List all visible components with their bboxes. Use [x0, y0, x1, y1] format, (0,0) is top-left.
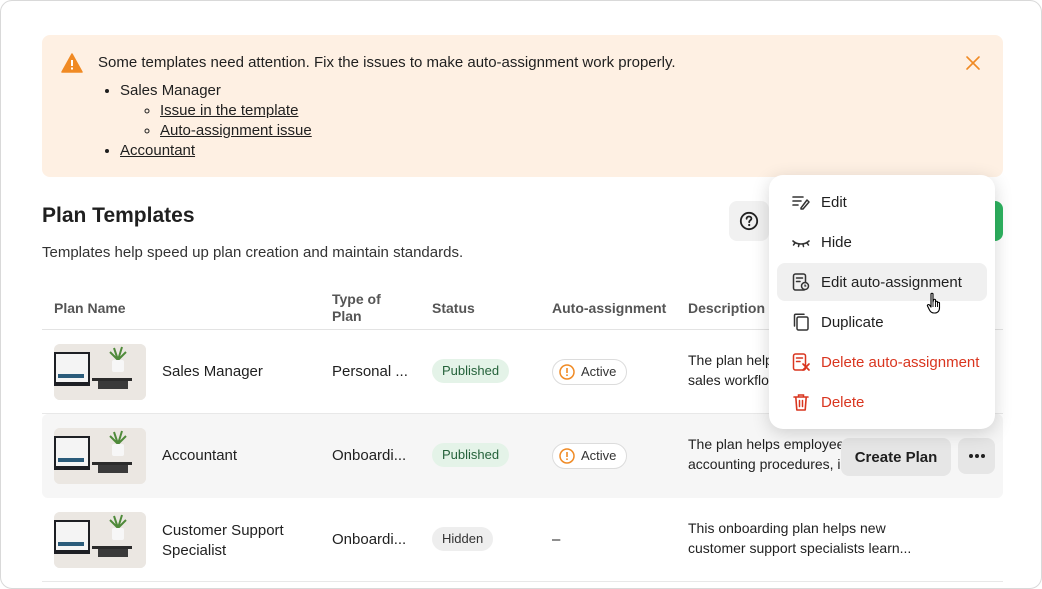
column-type: Type of Plan: [332, 291, 381, 324]
menu-item-label: Edit: [821, 193, 847, 211]
hand-cursor-icon: [926, 292, 941, 314]
create-plan-button[interactable]: Create Plan: [841, 438, 951, 476]
alert-issue-list: Sales Manager Issue in the template Auto…: [120, 81, 312, 161]
actions-menu: Edit Hide Edit auto-assignment Duplicate…: [769, 175, 995, 429]
status-badge: Published: [432, 443, 510, 467]
help-icon: [739, 211, 759, 231]
menu-item-edit-auto-assignment[interactable]: Edit auto-assignment: [777, 263, 987, 301]
menu-item-hide[interactable]: Hide: [777, 223, 987, 261]
menu-item-label: Delete: [821, 393, 865, 411]
more-actions-button[interactable]: [958, 438, 995, 474]
plan-name[interactable]: Accountant: [162, 447, 237, 464]
plan-description: The plan helps sales workflo: [688, 352, 780, 388]
auto-assignment-issue-link[interactable]: Auto-assignment issue: [160, 122, 312, 139]
plan-thumbnail: [54, 344, 146, 400]
menu-item-label: Delete auto-assignment: [821, 353, 980, 371]
auto-assignment-empty: –: [552, 531, 561, 548]
trash-icon: [793, 394, 809, 411]
column-status: Status: [432, 300, 475, 316]
page-subtitle: Templates help speed up plan creation an…: [42, 244, 464, 261]
status-badge: Hidden: [432, 527, 494, 551]
plan-description: This onboarding plan helps new customer …: [688, 520, 912, 556]
edit-icon: [792, 196, 810, 210]
column-description: Description: [688, 300, 766, 316]
status-badge: Published: [432, 359, 510, 383]
delete-auto-assignment-icon: [792, 353, 810, 371]
menu-item-duplicate[interactable]: Duplicate: [777, 303, 987, 341]
accountant-link[interactable]: Accountant: [120, 142, 195, 159]
auto-assignment-badge: Active: [552, 359, 628, 385]
plan-thumbnail: [54, 428, 146, 484]
plan-name[interactable]: Customer Support Specialist: [162, 521, 284, 561]
edit-auto-assignment-icon: [792, 273, 810, 291]
plan-type: Onboardi...: [332, 447, 407, 464]
menu-item-delete[interactable]: Delete: [777, 383, 987, 421]
auto-assignment-label: Active: [581, 448, 617, 463]
plan-name[interactable]: Sales Manager: [162, 363, 263, 380]
alert-item-sales-manager: Sales Manager Issue in the template Auto…: [120, 81, 312, 141]
duplicate-icon: [793, 313, 809, 331]
warning-circle-icon: [559, 448, 575, 464]
menu-item-label: Edit auto-assignment: [821, 273, 962, 291]
warning-alert: Some templates need attention. Fix the i…: [42, 35, 1003, 177]
auto-assignment-label: Active: [581, 364, 617, 379]
page-title: Plan Templates: [42, 204, 195, 227]
plan-type: Personal ...: [332, 363, 408, 380]
warning-circle-icon: [559, 364, 575, 380]
warning-icon: [61, 53, 83, 73]
menu-item-label: Hide: [821, 233, 852, 251]
plan-type: Onboardi...: [332, 531, 407, 548]
help-button[interactable]: [729, 201, 769, 241]
column-plan-name: Plan Name: [54, 300, 126, 316]
auto-assignment-badge: Active: [552, 443, 628, 469]
menu-item-label: Duplicate: [821, 313, 884, 331]
column-auto-assignment: Auto-assignment: [552, 300, 667, 316]
table-row[interactable]: Customer Support Specialist Onboardi... …: [42, 498, 1003, 582]
alert-item-accountant: Accountant: [120, 141, 312, 161]
alert-message: Some templates need attention. Fix the i…: [98, 54, 676, 71]
plan-thumbnail: [54, 512, 146, 568]
eye-closed-icon: [792, 240, 810, 248]
close-icon[interactable]: [965, 55, 981, 71]
plan-description: The plan helps employee accounting proce…: [688, 436, 845, 472]
alert-item-label: Sales Manager: [120, 82, 221, 99]
app-window: Some templates need attention. Fix the i…: [0, 0, 1042, 589]
issue-in-template-link[interactable]: Issue in the template: [160, 102, 298, 119]
menu-item-edit[interactable]: Edit: [777, 183, 987, 221]
menu-item-delete-auto-assignment[interactable]: Delete auto-assignment: [777, 343, 987, 381]
more-icon: [968, 454, 985, 458]
